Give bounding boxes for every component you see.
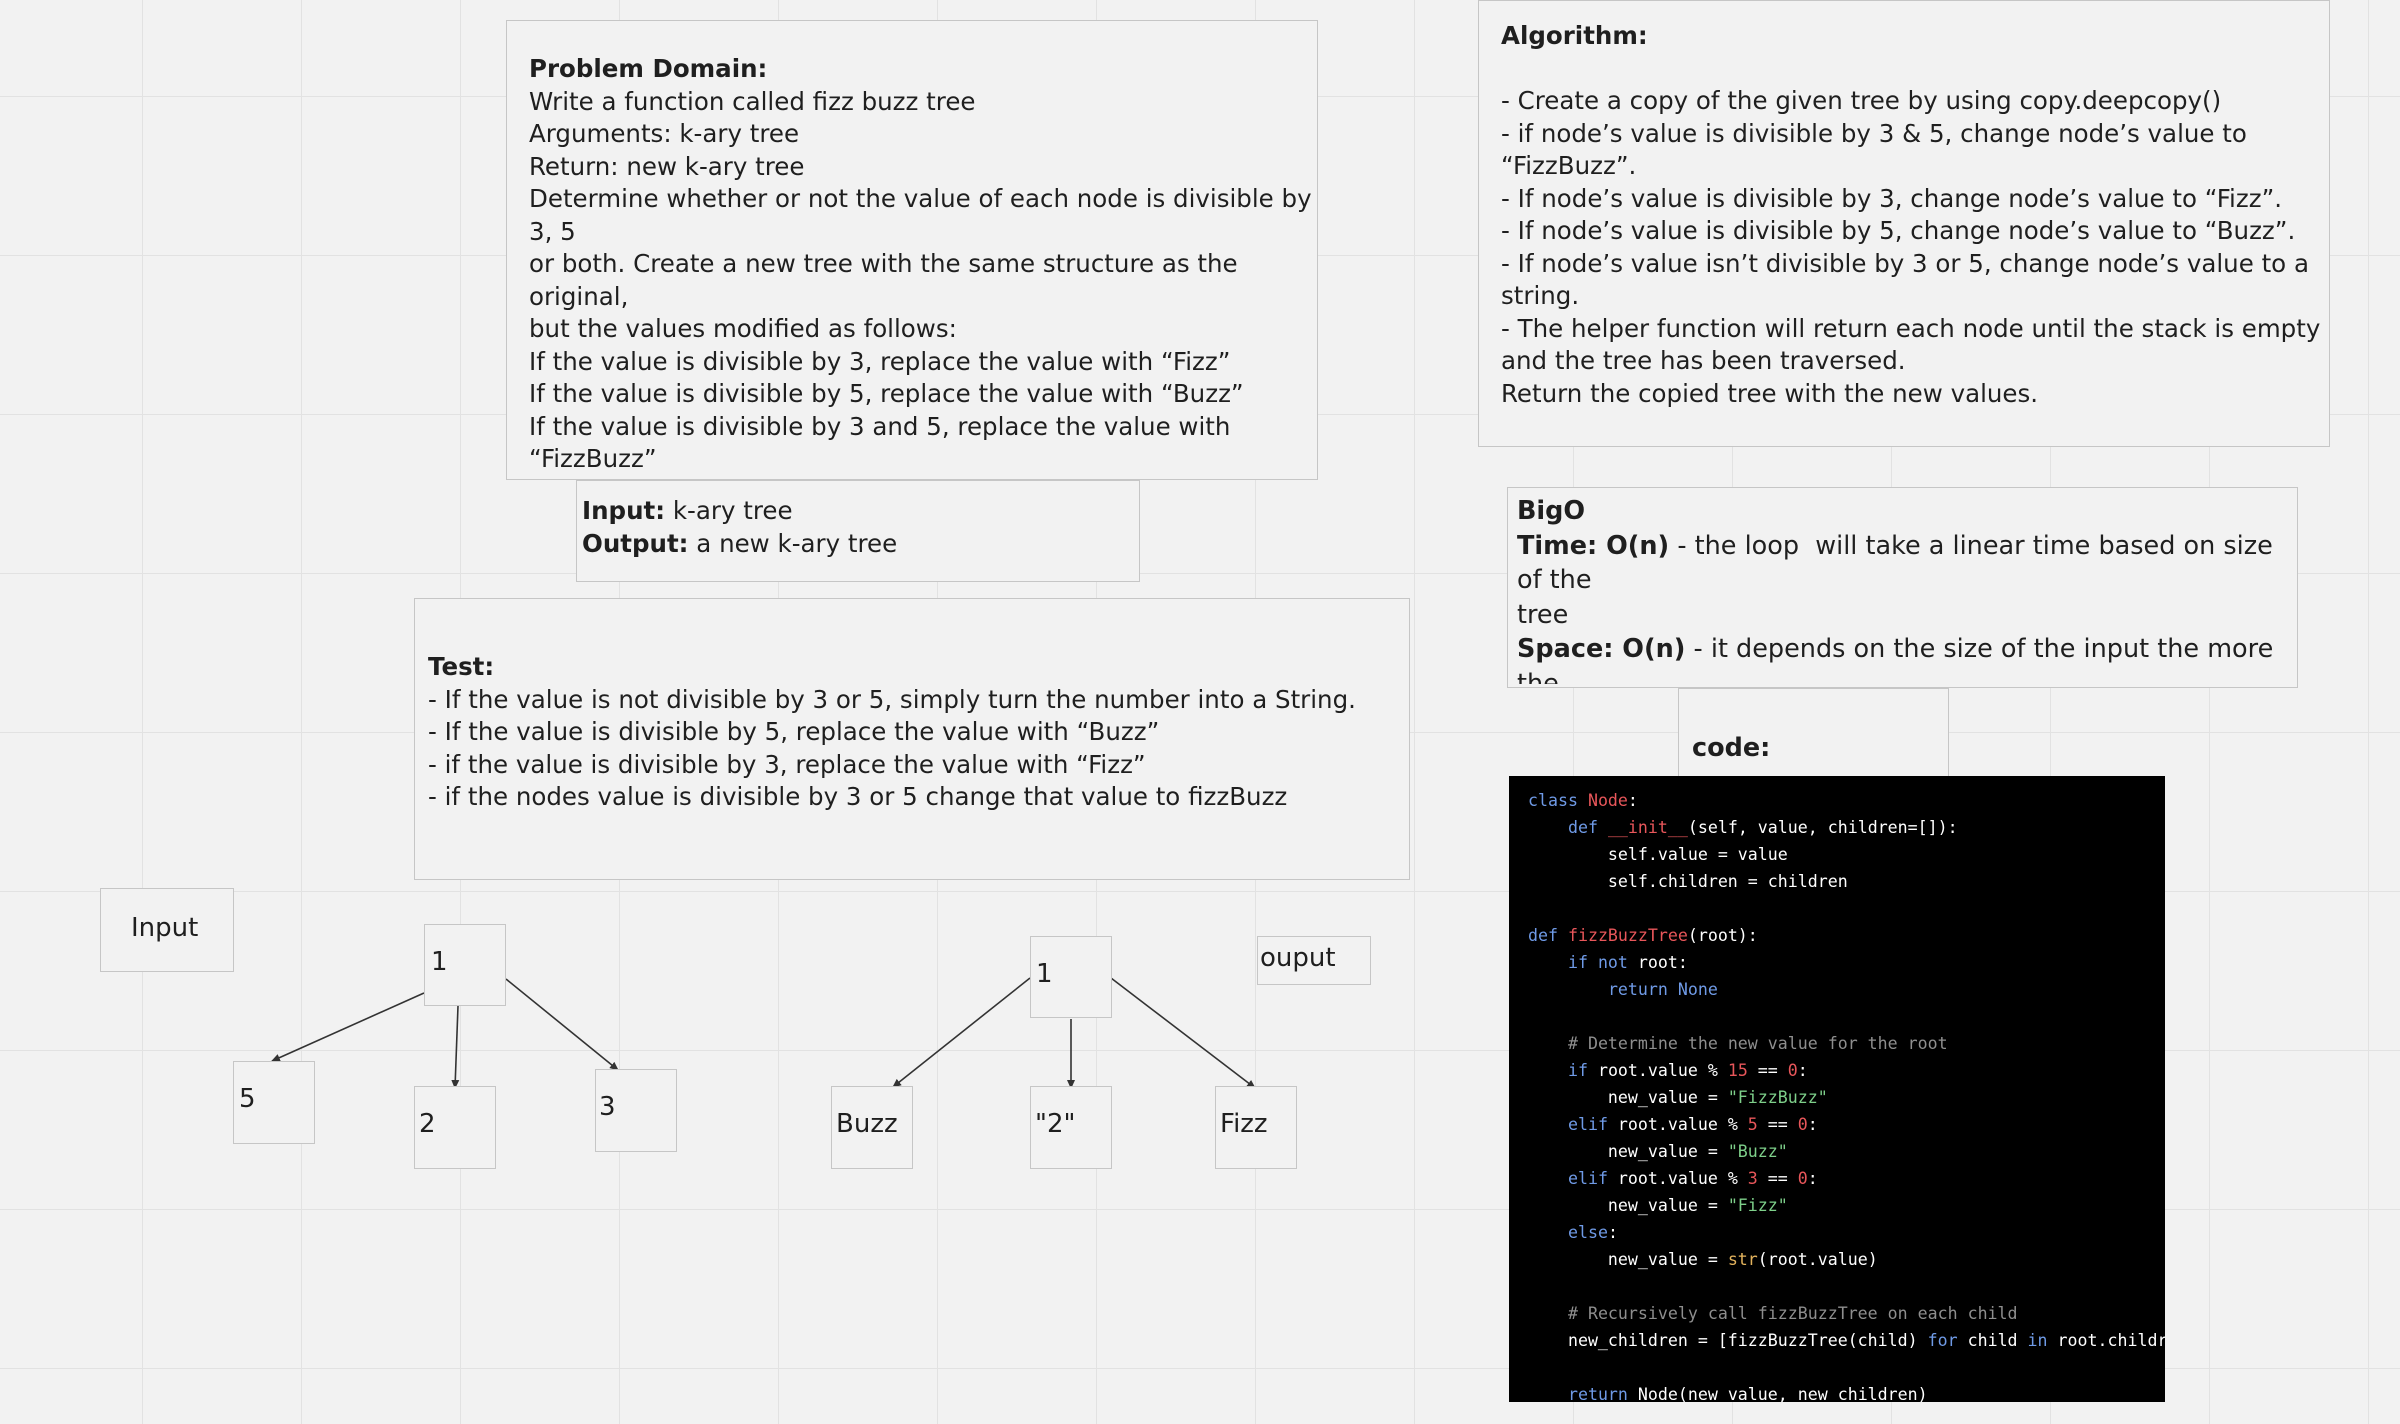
input-edge-2 <box>451 1005 460 1089</box>
output-child-node-1: Buzz <box>831 1086 913 1169</box>
input-child-node-3: 3 <box>595 1069 677 1152</box>
tree-edges <box>271 977 1256 1089</box>
input-label-box: Input <box>100 888 234 972</box>
input-edge-3 <box>505 978 619 1071</box>
output-edge-3 <box>1110 977 1256 1089</box>
output-child-value-3: Fizz <box>1220 1109 1268 1139</box>
output-child-node-2: "2" <box>1030 1086 1112 1169</box>
output-child-value-1: Buzz <box>836 1109 898 1139</box>
input-root-node: 1 <box>424 924 506 1006</box>
output-edge-1 <box>892 977 1031 1088</box>
output-root-value: 1 <box>1036 959 1053 989</box>
output-child-value-2: "2" <box>1035 1109 1076 1139</box>
input-child-node-1: 5 <box>233 1061 315 1144</box>
output-label-box: ouput <box>1257 936 1371 985</box>
input-root-value: 1 <box>431 947 448 977</box>
input-child-node-2: 2 <box>414 1086 496 1169</box>
input-child-value-2: 2 <box>419 1109 436 1139</box>
output-label: ouput <box>1260 943 1336 973</box>
input-child-value-3: 3 <box>599 1092 616 1122</box>
input-label: Input <box>131 913 199 943</box>
output-root-node: 1 <box>1030 936 1112 1018</box>
output-child-node-3: Fizz <box>1215 1086 1297 1169</box>
input-child-value-1: 5 <box>239 1084 256 1114</box>
input-edge-1 <box>271 992 425 1062</box>
